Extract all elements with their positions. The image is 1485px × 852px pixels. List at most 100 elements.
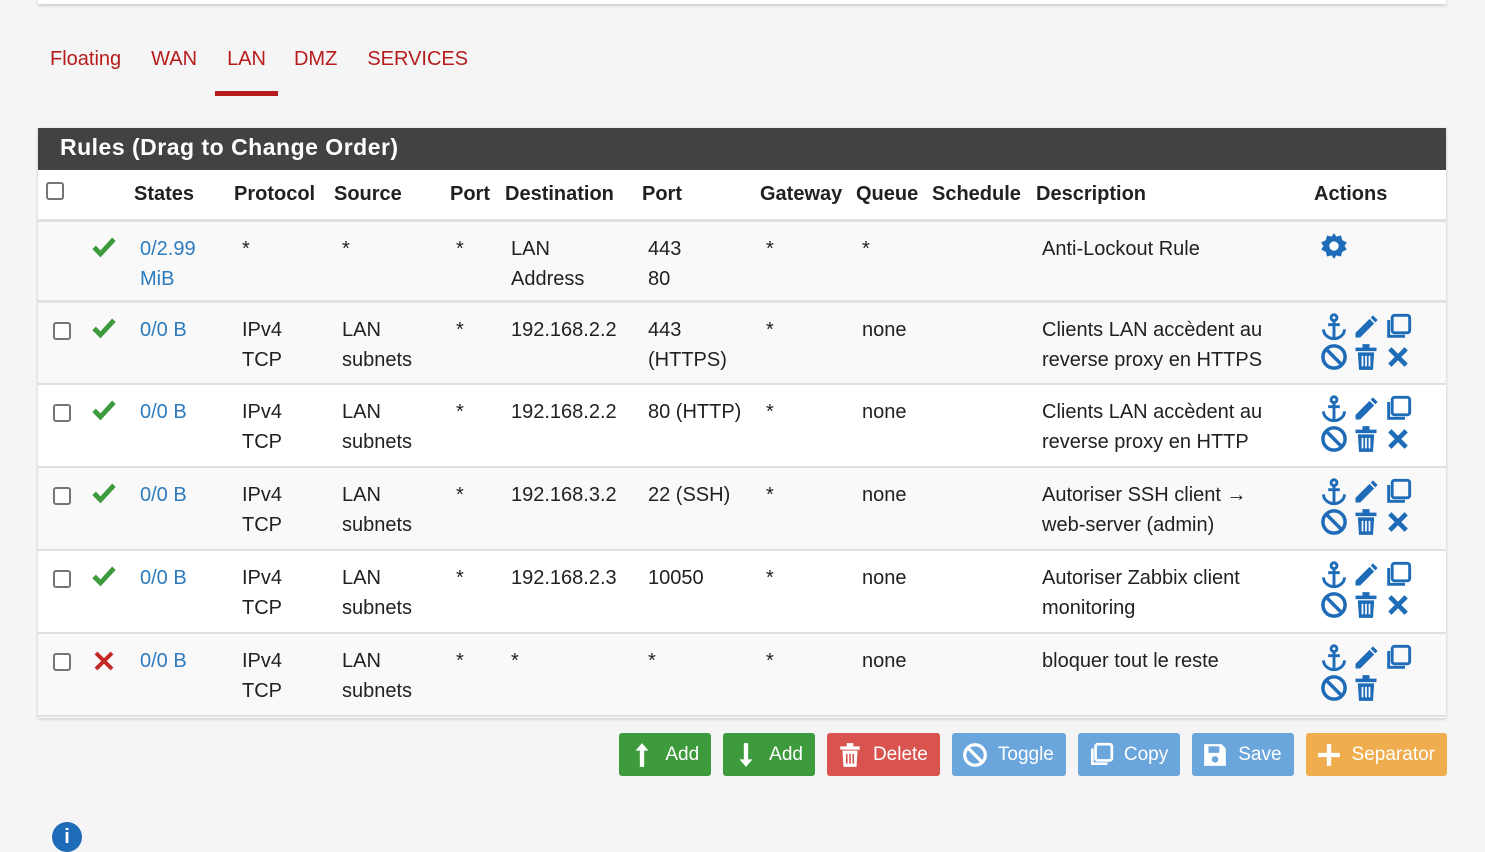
rule-actions <box>1310 220 1446 303</box>
rule-dest-port: 22 (SSH) <box>638 467 756 551</box>
edit-icon[interactable] <box>1352 395 1380 423</box>
action-bar: Add Add Delete Toggle Copy Save Separato… <box>619 733 1447 776</box>
rule-queue: none <box>852 301 928 385</box>
rule-checkbox[interactable] <box>53 570 71 588</box>
edit-icon[interactable] <box>1352 478 1380 506</box>
check-icon[interactable] <box>90 566 118 596</box>
rule-source: LAN subnets <box>330 384 446 468</box>
rule-states[interactable]: 0/2.99 MiB <box>130 220 230 303</box>
edit-icon[interactable] <box>1352 644 1380 672</box>
rule-dest-port: * <box>638 633 756 717</box>
anchor-icon[interactable] <box>1320 644 1348 672</box>
clone-icon[interactable] <box>1384 395 1412 423</box>
rule-states[interactable]: 0/0 B <box>130 550 230 634</box>
clone-icon[interactable] <box>1384 561 1412 589</box>
rule-schedule <box>928 384 1032 468</box>
rule-row[interactable]: 0/0 B IPv4 TCP LAN subnets * 192.168.2.3 10050 *… <box>38 550 1446 634</box>
rule-source-port: * <box>446 467 501 551</box>
block-icon[interactable] <box>90 646 116 682</box>
rule-source-port: * <box>446 550 501 634</box>
copy-button[interactable]: Copy <box>1077 733 1181 776</box>
rule-row[interactable]: 0/0 B IPv4 TCP LAN subnets * 192.168.3.2 22 (SS… <box>38 467 1446 551</box>
trash-icon[interactable] <box>1352 508 1380 536</box>
tab-wan[interactable]: WAN <box>133 40 209 96</box>
clone-icon[interactable] <box>1384 478 1412 506</box>
rule-row[interactable]: 0/0 B IPv4 TCP LAN subnets * * * * none bloquer to… <box>38 633 1446 717</box>
add-bottom-button[interactable]: Add <box>723 733 815 776</box>
col-queue: Queue <box>852 170 928 222</box>
col-states: States <box>130 170 230 222</box>
delete-x-icon[interactable] <box>1384 425 1412 453</box>
info-icon[interactable]: i <box>52 822 82 852</box>
anchor-icon[interactable] <box>1320 478 1348 506</box>
tab-lan[interactable]: LAN <box>215 40 278 96</box>
toggle-button[interactable]: Toggle <box>951 733 1066 776</box>
add-top-button[interactable]: Add <box>619 733 712 776</box>
check-icon[interactable] <box>90 400 118 430</box>
ban-icon[interactable] <box>1320 591 1348 619</box>
tab-dmz[interactable]: DMZ <box>278 40 349 96</box>
rule-gateway: * <box>756 467 852 551</box>
rule-checkbox[interactable] <box>53 653 71 671</box>
rule-protocol: IPv4 TCP <box>230 633 330 717</box>
arrow-down-icon <box>739 742 753 767</box>
tab-floating[interactable]: Floating <box>38 40 133 96</box>
check-icon[interactable] <box>90 237 118 267</box>
ban-icon[interactable] <box>1320 674 1348 702</box>
ban-icon[interactable] <box>1320 425 1348 453</box>
save-icon <box>1204 743 1227 766</box>
rule-states[interactable]: 0/0 B <box>130 633 230 717</box>
rule-dest-port: 443 (HTTPS) <box>638 301 756 385</box>
tab-services[interactable]: SERVICES <box>349 40 480 96</box>
save-button[interactable]: Save <box>1192 733 1294 776</box>
clone-icon[interactable] <box>1384 313 1412 341</box>
rule-checkbox[interactable] <box>53 487 71 505</box>
edit-icon[interactable] <box>1352 561 1380 589</box>
ban-icon[interactable] <box>1320 508 1348 536</box>
ban-icon[interactable] <box>1320 343 1348 371</box>
rule-protocol: IPv4 TCP <box>230 301 330 385</box>
delete-x-icon[interactable] <box>1384 508 1412 536</box>
rule-states[interactable]: 0/0 B <box>130 384 230 468</box>
rule-queue: none <box>852 467 928 551</box>
trash-icon[interactable] <box>1352 591 1380 619</box>
panel-title: Rules (Drag to Change Order) <box>38 128 1446 170</box>
rule-row[interactable]: 0/0 B IPv4 TCP LAN subnets * 192.168.2.2 80 (HT… <box>38 384 1446 468</box>
anchor-icon[interactable] <box>1320 312 1348 341</box>
anchor-icon[interactable] <box>1320 561 1348 589</box>
trash-icon[interactable] <box>1352 425 1380 453</box>
rule-actions <box>1310 301 1446 385</box>
rule-destination: 192.168.3.2 <box>501 467 638 551</box>
rule-destination: 192.168.2.2 <box>501 384 638 468</box>
rule-states[interactable]: 0/0 B <box>130 467 230 551</box>
trash-icon[interactable] <box>1352 674 1380 702</box>
trash-icon[interactable] <box>1352 343 1380 371</box>
rule-checkbox[interactable] <box>53 321 71 340</box>
delete-button[interactable]: Delete <box>826 733 940 776</box>
gear-icon[interactable] <box>1320 232 1348 260</box>
delete-x-icon[interactable] <box>1384 591 1412 619</box>
rule-actions <box>1310 467 1446 551</box>
edit-icon[interactable] <box>1352 313 1380 341</box>
ban-icon <box>962 742 987 767</box>
rule-checkbox[interactable] <box>53 404 71 422</box>
rule-actions <box>1310 633 1446 717</box>
top-bar <box>38 0 1446 4</box>
rule-description: Anti-Lockout Rule <box>1032 220 1310 303</box>
separator-button[interactable]: Separator <box>1305 733 1447 776</box>
check-icon[interactable] <box>90 318 118 348</box>
rule-schedule <box>928 467 1032 551</box>
delete-x-icon[interactable] <box>1384 343 1412 371</box>
select-all-checkbox[interactable] <box>46 182 64 201</box>
rule-description: bloquer tout le reste <box>1032 633 1310 717</box>
col-source: Source <box>330 170 446 222</box>
rule-states[interactable]: 0/0 B <box>130 301 230 385</box>
rule-actions <box>1310 384 1446 468</box>
check-icon[interactable] <box>90 483 118 513</box>
rule-source: * <box>330 220 446 303</box>
anchor-icon[interactable] <box>1320 395 1348 423</box>
rule-row[interactable]: 0/2.99 MiB * * * LAN Address 443 80 * * Anti-Lockou… <box>38 220 1446 303</box>
clone-icon[interactable] <box>1384 644 1412 672</box>
rule-row[interactable]: 0/0 B IPv4 TCP LAN subnets * 192.168.2.2 443 (HT… <box>38 301 1446 385</box>
rule-schedule <box>928 301 1032 385</box>
